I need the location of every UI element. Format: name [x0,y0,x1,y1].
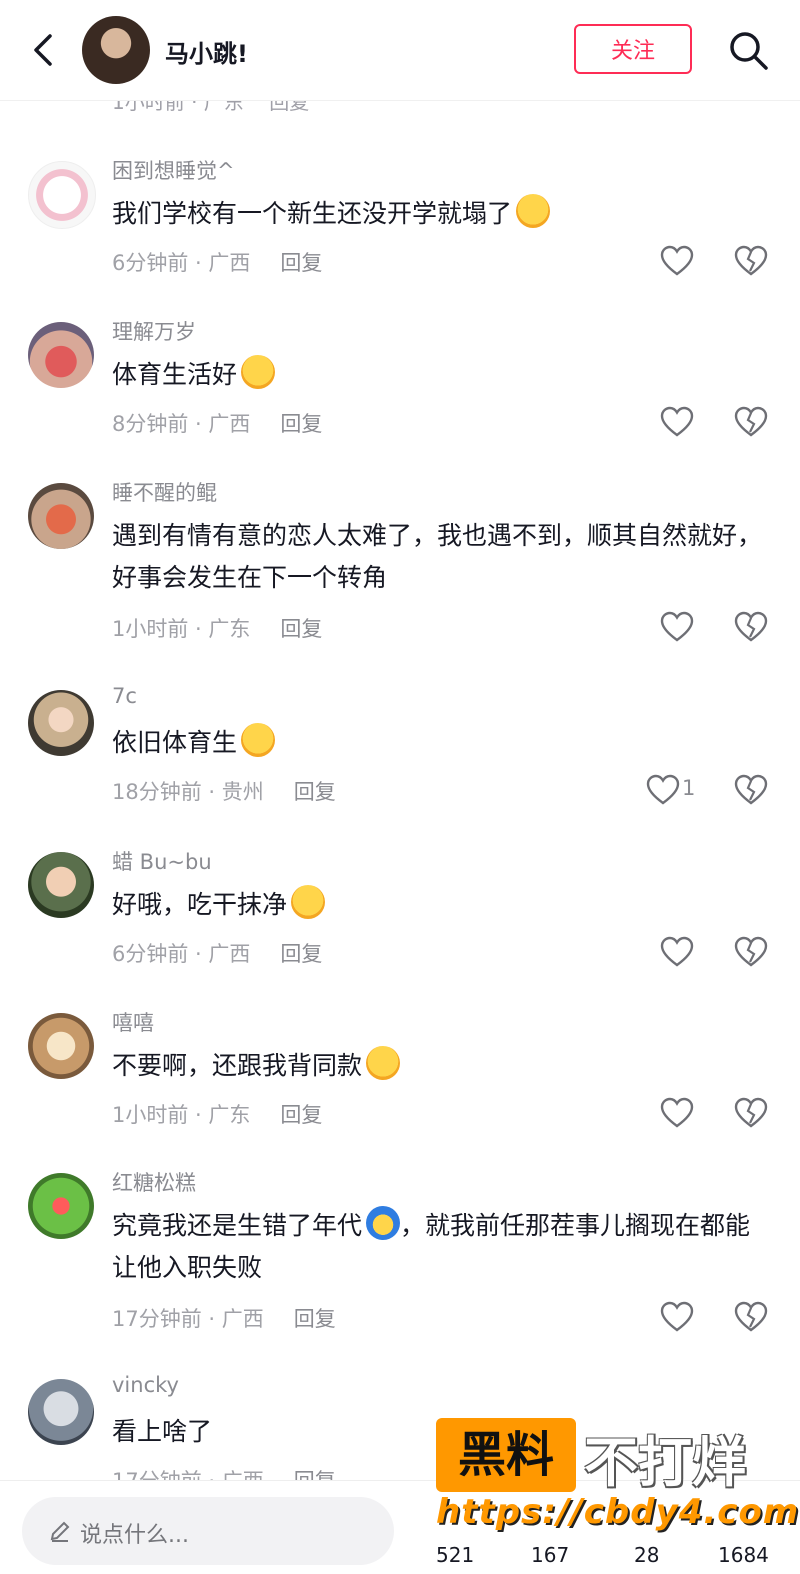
comment-input[interactable]: 说点什么... [22,1497,394,1565]
pencil-icon [50,1521,70,1542]
watermark-text: 不打烊 [584,1431,746,1494]
comment-username[interactable]: 蜡 Bu~bu [112,846,212,876]
search-icon[interactable] [724,26,772,74]
comment-text: 我们学校有一个新生还没开学就塌了 [112,193,762,235]
comment-meta: 18分钟前 · 贵州 回复 [112,776,336,806]
reply-button[interactable]: 回复 [280,412,322,436]
comment-text: 依旧体育生 [112,722,762,764]
comment-meta: 6分钟前 · 广西 回复 [112,938,322,968]
comment-meta: 1小时前 · 广东 回复 [112,613,322,643]
watermark-box: 黑料 [436,1418,576,1492]
heart-outline-icon[interactable] [660,245,694,277]
avatar[interactable] [28,1379,94,1445]
avatar[interactable] [28,852,94,918]
broken-heart-icon[interactable] [734,406,768,438]
comment-text: 不要啊，还跟我背同款 [112,1045,762,1087]
comment-meta: 17分钟前 · 广西 回复 [112,1303,336,1333]
heart-outline-icon[interactable] [660,1097,694,1129]
comment-text: 究竟我还是生错了年代 ，就我前任那茬事儿搁现在都能让他入职失败 [112,1205,762,1289]
heart-outline-icon[interactable] [660,1301,694,1333]
comment-meta: 1小时前 · 广东 回复 [112,1099,322,1129]
crying-emoji-icon [366,1046,401,1080]
comment-text-body: 不要啊，还跟我背同款 [112,1051,363,1080]
comment-time-location: 18分钟前 · 贵州 [112,780,264,804]
avatar[interactable] [28,322,94,388]
grimace-emoji-icon [516,194,551,228]
comment-username[interactable]: 困到想睡觉^ [112,155,235,185]
reply-button[interactable]: 回复 [280,251,322,275]
comment-time-location: 8分钟前 · 广西 [112,412,251,436]
comment-text-body: 好哦，吃干抹净 [112,890,288,919]
heart-outline-icon[interactable] [660,936,694,968]
profile-name[interactable]: 马小跳! [165,34,248,69]
broken-heart-icon[interactable] [734,245,768,277]
avatar[interactable] [28,1173,94,1239]
comment-text: 体育生活好 [112,354,762,396]
broken-heart-icon[interactable] [734,1301,768,1333]
laugh-cry-emoji-icon [241,355,276,389]
comment-username[interactable]: 嘻嘻 [112,1007,154,1037]
chevron-left-icon[interactable] [22,26,66,74]
broken-heart-icon[interactable] [734,1097,768,1129]
comment-text: 好哦，吃干抹净 [112,884,762,926]
comment-time-location: 6分钟前 · 广西 [112,251,251,275]
comment-time-location: 17分钟前 · 广西 [112,1307,264,1331]
grin-emoji-icon [291,885,326,919]
comment-username[interactable]: 红糖松糕 [112,1167,196,1197]
comment-username[interactable]: 理解万岁 [112,316,196,346]
blue-face-emoji-icon [366,1206,401,1240]
comment-username[interactable]: 7c [112,684,137,708]
comment-meta: 8分钟前 · 广西 回复 [112,408,322,438]
comment-text-body: 体育生活好 [112,360,238,389]
avatar[interactable] [28,161,96,229]
comment-username[interactable]: vincky [112,1373,179,1397]
follow-button[interactable]: 关注 [574,24,692,74]
reply-button[interactable]: 回复 [280,1103,322,1127]
heart-outline-icon[interactable] [646,774,680,806]
comment-text: 遇到有情有意的恋人太难了，我也遇不到，顺其自然就好，好事会发生在下一个转角 [112,521,763,592]
avatar[interactable] [82,16,150,84]
reply-button[interactable]: 回复 [294,780,336,804]
heart-outline-icon[interactable] [660,406,694,438]
watermark-url: https://cbdy4.com [436,1492,800,1532]
comment-username[interactable]: 睡不醒的鲲 [112,477,217,507]
comment-text-body: 我们学校有一个新生还没开学就塌了 [112,199,513,228]
avatar[interactable] [28,1013,94,1079]
heart-outline-icon[interactable] [660,611,694,643]
reply-button[interactable]: 回复 [280,942,322,966]
header-bar: 马小跳! 关注 [0,0,800,101]
reply-button[interactable]: 回复 [280,617,322,641]
comment-time-location: 1小时前 · 广东 [112,1103,251,1127]
avatar[interactable] [28,483,94,549]
comment-time-location: 6分钟前 · 广西 [112,942,251,966]
like-count: 1 [682,776,696,800]
broken-heart-icon[interactable] [734,936,768,968]
broken-heart-icon[interactable] [734,774,768,806]
watermark: 黑料 不打烊 https://cbdy4.com [436,1418,798,1558]
comment-input-placeholder: 说点什么... [80,1523,189,1548]
comment-text-body: 究竟我还是生错了年代 [112,1211,363,1240]
reply-button[interactable]: 回复 [294,1307,336,1331]
comment-time-location: 1小时前 · 广东 [112,617,251,641]
broken-heart-icon[interactable] [734,611,768,643]
comment-meta: 6分钟前 · 广西 回复 [112,247,322,277]
avatar[interactable] [28,690,94,756]
clapping-hands-emoji-icon [241,723,276,757]
comment-text-body: 依旧体育生 [112,728,238,757]
